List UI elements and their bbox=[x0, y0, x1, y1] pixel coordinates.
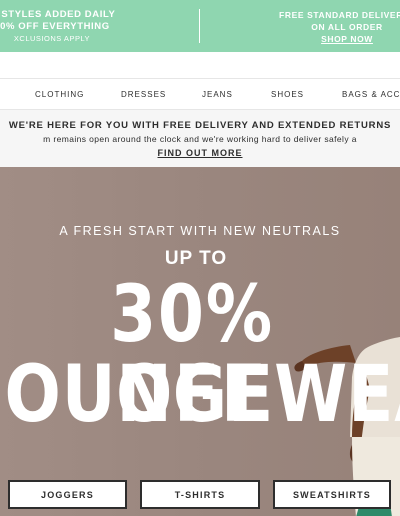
nav-item-clothing[interactable]: CLOTHING bbox=[35, 90, 84, 99]
promo-left: W STYLES ADDED DAILY 30% OFF EVERYTHING … bbox=[0, 9, 132, 44]
promo-right-line2: ON ALL ORDER bbox=[311, 22, 383, 32]
nav-item-dresses[interactable]: DRESSES bbox=[121, 90, 166, 99]
header-strip bbox=[0, 52, 400, 78]
notice-body: m remains open around the clock and we'r… bbox=[43, 134, 357, 144]
promo-left-line2: 30% OFF EVERYTHING bbox=[0, 21, 110, 32]
hero-banner[interactable]: A FRESH START WITH NEW NEUTRALS UP TO 30… bbox=[0, 167, 400, 516]
promo-divider bbox=[199, 9, 200, 43]
t-shirts-button[interactable]: T-SHIRTS bbox=[140, 480, 260, 509]
delivery-notice: WE'RE HERE FOR YOU WITH FREE DELIVERY AN… bbox=[0, 110, 400, 167]
category-nav: CLOTHING DRESSES JEANS SHOES BAGS & ACCE bbox=[0, 78, 400, 110]
find-out-more-link[interactable]: FIND OUT MORE bbox=[0, 148, 400, 158]
promo-banner: W STYLES ADDED DAILY 30% OFF EVERYTHING … bbox=[0, 0, 400, 52]
hero-headline-category: OUNGEWEA bbox=[4, 350, 400, 440]
joggers-button[interactable]: JOGGERS bbox=[8, 480, 127, 509]
promo-left-line1: W STYLES ADDED DAILY bbox=[0, 9, 116, 20]
nav-item-bags-accessories[interactable]: BAGS & ACCE bbox=[342, 90, 400, 99]
hero-upto: UP TO bbox=[164, 248, 228, 269]
notice-heading: WE'RE HERE FOR YOU WITH FREE DELIVERY AN… bbox=[8, 120, 392, 131]
promo-left-line3: XCLUSIONS APPLY bbox=[13, 34, 91, 43]
promo-right-line1: FREE STANDARD DELIVER bbox=[279, 10, 400, 20]
sweatshirts-button[interactable]: SWEATSHIRTS bbox=[273, 480, 391, 509]
hero-kicker: A FRESH START WITH NEW NEUTRALS bbox=[59, 224, 341, 238]
nav-item-jeans[interactable]: JEANS bbox=[202, 90, 233, 99]
promo-right: FREE STANDARD DELIVER ON ALL ORDER SHOP … bbox=[262, 9, 400, 45]
nav-item-shoes[interactable]: SHOES bbox=[271, 90, 304, 99]
shop-now-link[interactable]: SHOP NOW bbox=[262, 33, 400, 45]
